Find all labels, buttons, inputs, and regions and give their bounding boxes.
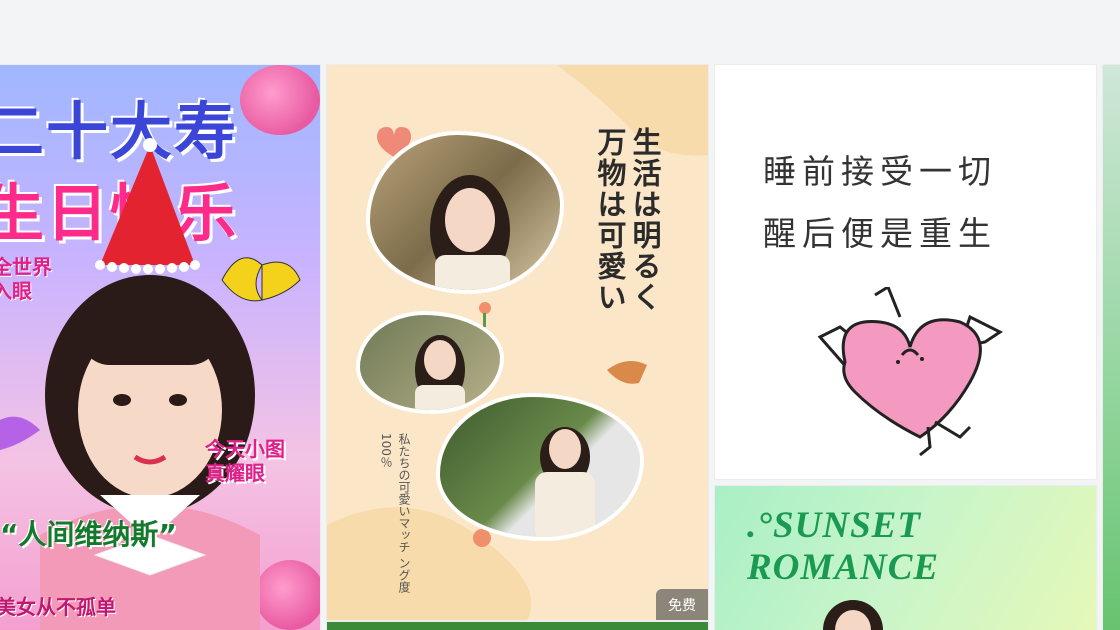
- template-card-quote[interactable]: 睡前接受一切 醒后便是重生: [715, 65, 1096, 479]
- bottom-text: 美女从不孤单: [0, 595, 116, 619]
- bird-icon: [607, 361, 647, 384]
- heart-character-icon: [817, 287, 1003, 457]
- quote-text: “人间维纳斯”: [0, 518, 177, 551]
- template-card-collage[interactable]: 生活は明るく 万物は可愛い 私たちの可愛いマッチ ング度100％: [327, 65, 708, 620]
- vertical-subtitle-line1: 私たちの可愛いマッチ: [397, 433, 411, 553]
- template-card-birthday[interactable]: 二十大寿 生日快乐 全世界 入眼 今天小图 真耀眼 “人间维纳斯” 美女从不孤单: [0, 65, 320, 630]
- portrait-thumbnail: [823, 600, 883, 630]
- sunset-title: .°SUNSET: [747, 505, 921, 546]
- flower-icon: [479, 302, 491, 327]
- party-hat-icon: [100, 145, 195, 265]
- today-text: 今天小图 真耀眼: [205, 437, 285, 485]
- template-card-partial-bottom[interactable]: [327, 622, 708, 630]
- template-card-partial-right[interactable]: [1103, 65, 1120, 630]
- template-card-sunset[interactable]: .°SUNSET ROMANCE: [715, 486, 1096, 630]
- quote-line-2: 醒后便是重生: [763, 214, 997, 253]
- today-text-line2: 真耀眼: [205, 461, 265, 485]
- romance-title: ROMANCE: [747, 547, 940, 588]
- butterfly-icon: [0, 416, 40, 450]
- quote-line-1: 睡前接受一切: [763, 152, 997, 191]
- vertical-title-2: 万物は可愛い: [593, 127, 627, 313]
- butterfly-icon: [221, 257, 301, 302]
- free-badge: 免费: [656, 589, 708, 620]
- flower-icon: [473, 529, 491, 547]
- vertical-subtitle: 私たちの可愛いマッチ ング度100％: [377, 433, 413, 620]
- today-text-line1: 今天小图: [205, 437, 285, 461]
